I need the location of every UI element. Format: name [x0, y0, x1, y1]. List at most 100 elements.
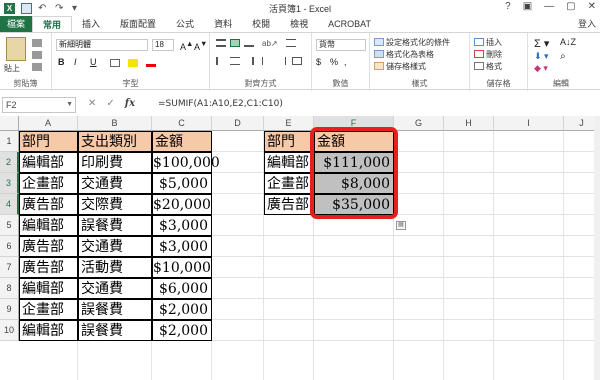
format-painter-icon[interactable]	[32, 63, 42, 71]
close-icon[interactable]: ✕	[588, 1, 596, 12]
percent-style-button[interactable]: %	[330, 57, 338, 67]
table-cell[interactable]: $3,000	[152, 215, 212, 236]
table-cell[interactable]: 企畫部	[19, 299, 78, 320]
align-center-icon[interactable]	[230, 57, 240, 65]
column-header-a[interactable]: A	[19, 116, 78, 131]
row-header-8[interactable]: 8	[0, 278, 19, 299]
table-cell[interactable]: 交通費	[78, 236, 152, 257]
paste-icon[interactable]	[6, 37, 26, 61]
number-format-select[interactable]: 貨幣	[316, 39, 366, 51]
row-header-6[interactable]: 6	[0, 236, 19, 257]
row-header-5[interactable]: 5	[0, 215, 19, 236]
align-top-icon[interactable]	[216, 39, 226, 47]
font-size-select[interactable]: 18	[152, 39, 174, 51]
vertical-scrollbar[interactable]	[594, 116, 600, 380]
table-cell[interactable]: 活動費	[78, 257, 152, 278]
row-header-2[interactable]: 2	[0, 152, 19, 173]
column-header-e[interactable]: E	[264, 116, 314, 131]
underline-button[interactable]: U	[90, 57, 97, 67]
table-cell[interactable]: 編輯部	[19, 215, 78, 236]
tab-file[interactable]: 檔案	[0, 16, 32, 32]
align-right-icon[interactable]	[244, 57, 254, 65]
table-cell[interactable]: $2,000	[152, 299, 212, 320]
border-icon[interactable]	[110, 59, 120, 67]
table-cell[interactable]: 企畫部	[19, 173, 78, 194]
maximize-icon[interactable]: ▢	[566, 1, 575, 12]
italic-button[interactable]: I	[74, 57, 77, 67]
tab-formulas[interactable]: 公式	[166, 16, 204, 32]
table-cell[interactable]: $10,000	[152, 257, 212, 278]
table-cell[interactable]: 交通費	[78, 278, 152, 299]
find-select-icon[interactable]: ⌕	[560, 51, 566, 62]
font-color-icon[interactable]	[146, 59, 156, 67]
font-name-select[interactable]: 新細明體	[56, 39, 148, 51]
row-header-3[interactable]: 3	[0, 173, 19, 194]
table-cell[interactable]: 印刷費	[78, 152, 152, 173]
minimize-icon[interactable]: —	[544, 1, 554, 12]
align-middle-icon[interactable]	[230, 39, 240, 47]
table-cell[interactable]: $6,000	[152, 278, 212, 299]
table-cell[interactable]: 廣告部	[19, 236, 78, 257]
row-header-1[interactable]: 1	[0, 131, 19, 152]
tab-acrobat[interactable]: ACROBAT	[318, 16, 381, 32]
table-cell[interactable]: 編輯部	[19, 320, 78, 341]
table-cell[interactable]: $100,000	[152, 152, 220, 173]
table-cell[interactable]: 誤餐費	[78, 299, 152, 320]
cell-styles-button[interactable]: 儲存格樣式	[386, 61, 426, 72]
row-header-10[interactable]: 10	[0, 320, 19, 341]
table-cell[interactable]: $2,000	[152, 320, 212, 341]
ribbon-display-icon[interactable]: ▣	[523, 1, 532, 12]
row-header-9[interactable]: 9	[0, 299, 19, 320]
tab-home[interactable]: 常用	[32, 16, 73, 32]
name-box[interactable]: F2 ▼	[2, 97, 76, 113]
table-cell[interactable]: 編輯部	[19, 152, 78, 173]
table-header-cell[interactable]: 部門	[19, 131, 78, 152]
paste-button[interactable]: 貼上	[4, 63, 20, 74]
accounting-format-button[interactable]: $	[316, 57, 321, 67]
table-cell[interactable]: 誤餐費	[78, 320, 152, 341]
table-cell[interactable]: $5,000	[152, 173, 212, 194]
format-cells-button[interactable]: 格式	[486, 61, 502, 72]
wrap-text-icon[interactable]	[286, 39, 296, 47]
table-cell[interactable]: $20,000	[152, 194, 212, 215]
delete-cells-button[interactable]: 刪除	[486, 49, 502, 60]
increase-indent-icon[interactable]	[276, 57, 286, 65]
summary-cell[interactable]: 編輯部	[264, 152, 314, 173]
fill-color-icon[interactable]	[128, 59, 138, 67]
enter-icon[interactable]: ✓	[106, 98, 114, 109]
quick-analysis-icon[interactable]: ▤	[396, 221, 406, 230]
comma-style-button[interactable]: ,	[344, 57, 347, 67]
table-cell[interactable]: $3,000	[152, 236, 212, 257]
summary-header-cell[interactable]: 部門	[264, 131, 314, 152]
help-icon[interactable]: ?	[505, 1, 511, 12]
tab-insert[interactable]: 插入	[72, 16, 110, 32]
align-left-icon[interactable]	[216, 57, 226, 65]
table-cell[interactable]: 廣告部	[19, 257, 78, 278]
table-cell[interactable]: 廣告部	[19, 194, 78, 215]
row-header-4[interactable]: 4	[0, 194, 19, 215]
fill-icon[interactable]: ⬇ ▾	[534, 51, 549, 62]
column-header-g[interactable]: G	[394, 116, 444, 131]
tab-data[interactable]: 資料	[204, 16, 242, 32]
chevron-down-icon[interactable]: ▼	[66, 98, 73, 112]
copy-icon[interactable]	[32, 51, 42, 59]
tab-review[interactable]: 校閱	[242, 16, 280, 32]
column-header-b[interactable]: B	[78, 116, 152, 131]
column-header-h[interactable]: H	[444, 116, 494, 131]
worksheet-grid[interactable]: A B C D E F G H I J 1 2 3 4 5 6 7 8 9 10 部門 支出類別 金額 編輯部 印刷費 $100,…	[0, 116, 600, 380]
tab-view[interactable]: 檢視	[280, 16, 318, 32]
bold-button[interactable]: B	[58, 57, 65, 67]
cancel-icon[interactable]: ✕	[88, 98, 96, 109]
column-header-c[interactable]: C	[152, 116, 212, 131]
formula-input[interactable]: =SUMIF(A1:A10,E2,C1:C10)	[158, 99, 283, 109]
merge-center-icon[interactable]	[292, 57, 302, 65]
table-cell[interactable]: 交通費	[78, 173, 152, 194]
table-header-cell[interactable]: 金額	[152, 131, 212, 152]
table-header-cell[interactable]: 支出類別	[78, 131, 152, 152]
table-cell[interactable]: 誤餐費	[78, 215, 152, 236]
select-all-corner[interactable]	[0, 116, 19, 131]
column-header-i[interactable]: I	[494, 116, 564, 131]
column-header-d[interactable]: D	[212, 116, 264, 131]
insert-function-icon[interactable]: fx	[125, 98, 135, 109]
table-cell[interactable]: 編輯部	[19, 278, 78, 299]
